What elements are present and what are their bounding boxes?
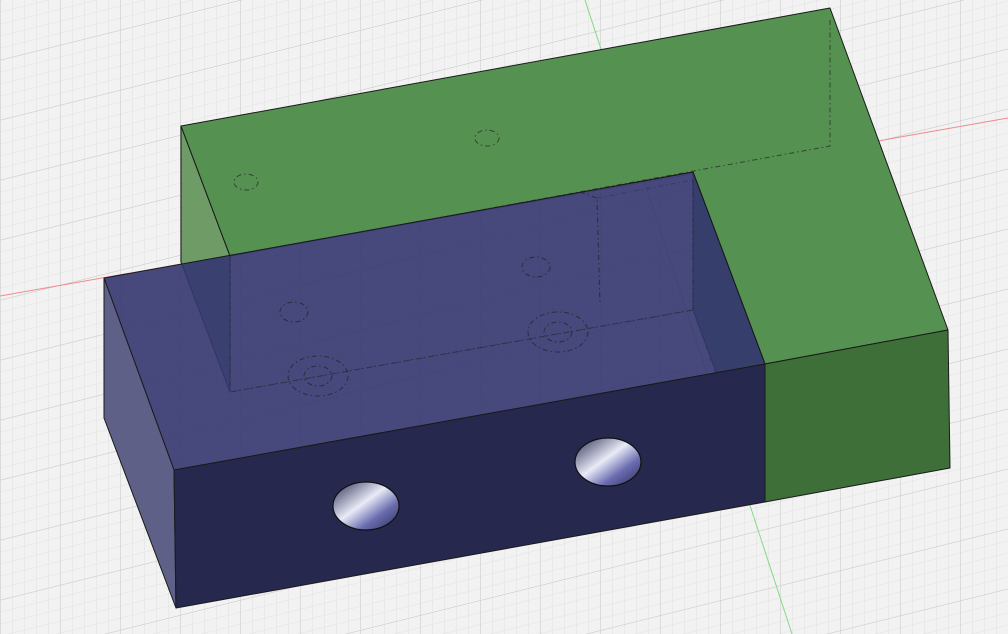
blue-front-hole-1[interactable] xyxy=(332,481,400,531)
3d-scene[interactable] xyxy=(0,0,1008,634)
blue-front-hole-2[interactable] xyxy=(574,437,642,487)
3d-viewport[interactable] xyxy=(0,0,1008,634)
